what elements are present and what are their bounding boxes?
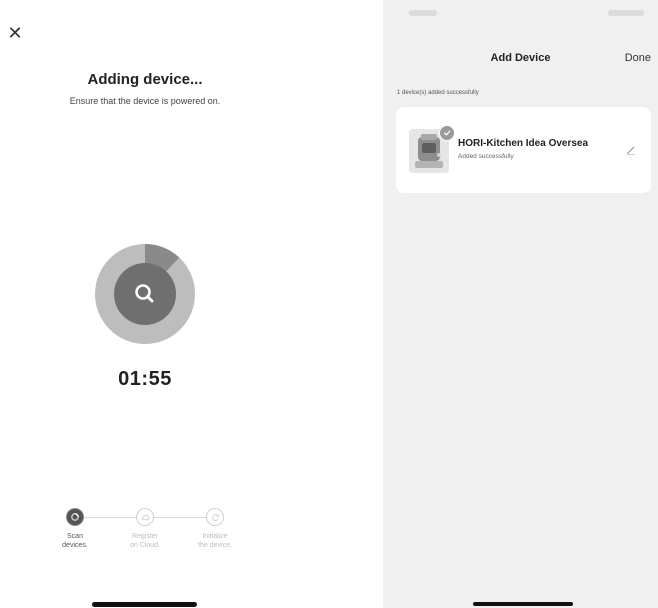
step-label-line: the device. xyxy=(198,542,232,549)
progress-ring xyxy=(95,244,195,344)
step-label-line: Initialize xyxy=(202,533,228,540)
page-title: Adding device... xyxy=(87,71,203,88)
home-indicator[interactable] xyxy=(92,602,197,607)
check-icon xyxy=(439,125,455,141)
cloud-icon xyxy=(141,514,149,520)
countdown-timer: 01:55 xyxy=(118,368,172,390)
step-indicator-active xyxy=(66,508,84,526)
add-device-screen: Add Device Done 1 device(s) added succes… xyxy=(383,0,658,608)
step-initialize-device: Initialize the device. xyxy=(180,508,250,550)
step-label-line: Scan xyxy=(67,533,83,540)
status-bar xyxy=(383,0,658,30)
step-label-line: on Cloud. xyxy=(130,542,160,549)
status-time-placeholder xyxy=(409,10,437,16)
done-button[interactable]: Done xyxy=(625,52,651,64)
added-count-text: 1 device(s) added successfully xyxy=(397,90,479,96)
step-register-cloud: Register on Cloud. xyxy=(110,508,180,550)
edit-device-button[interactable] xyxy=(625,143,637,155)
step-label: Register on Cloud. xyxy=(110,532,180,550)
home-indicator[interactable] xyxy=(473,602,573,606)
device-name: HORI-Kitchen Idea Oversea xyxy=(458,138,589,149)
step-label-line: Register xyxy=(131,533,159,540)
refresh-icon xyxy=(211,513,219,521)
status-icons-placeholder xyxy=(608,10,644,16)
step-indicator-pending xyxy=(136,508,154,526)
device-status: Added successfully xyxy=(458,153,514,160)
close-button[interactable]: ✕ xyxy=(4,22,26,44)
step-label: Initialize the device. xyxy=(180,532,250,550)
page-subtitle: Ensure that the device is powered on. xyxy=(69,96,221,106)
spinner-icon xyxy=(71,513,79,521)
close-icon: ✕ xyxy=(7,23,23,43)
step-label-line: devices. xyxy=(62,542,88,549)
step-scan-devices: Scan devices. xyxy=(40,508,110,550)
step-indicator-pending xyxy=(206,508,224,526)
nav-title: Add Device xyxy=(490,52,551,64)
adding-device-screen: ✕ Adding device... Ensure that the devic… xyxy=(0,0,290,608)
progress-steps: Scan devices. Register on Cloud. Initial… xyxy=(40,508,250,568)
device-card[interactable]: HORI-Kitchen Idea Oversea Added successf… xyxy=(396,107,651,193)
pencil-icon xyxy=(626,146,635,155)
step-label: Scan devices. xyxy=(40,532,110,550)
progress-ring-center xyxy=(114,263,176,325)
